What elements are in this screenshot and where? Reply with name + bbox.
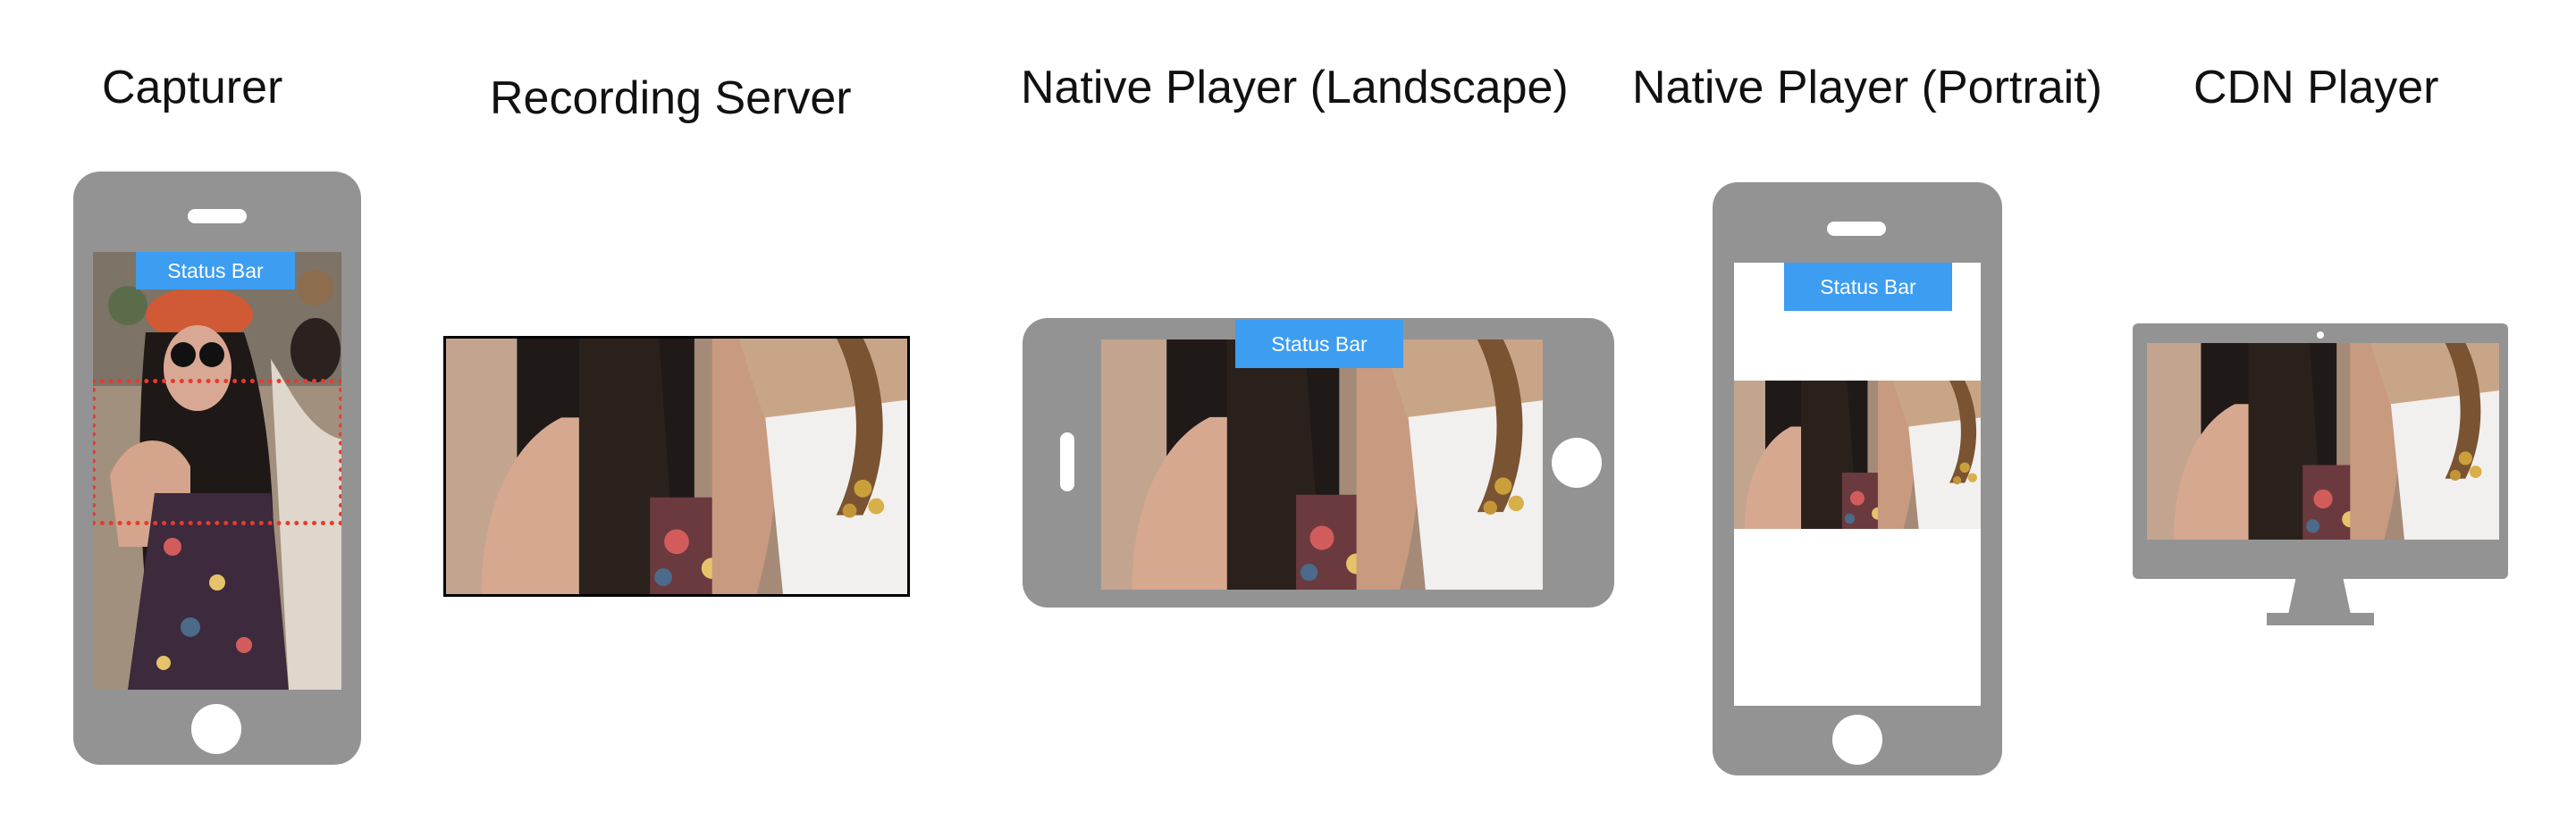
home-button-icon (1552, 438, 1602, 488)
status-bar: Status Bar (1235, 320, 1403, 368)
capturer-phone: Status Bar (73, 172, 361, 765)
portrait-screen (1734, 263, 1981, 706)
speaker-slot-icon (188, 209, 247, 223)
native-player-landscape-phone: Status Bar (1023, 318, 1614, 608)
home-button-icon (191, 704, 241, 754)
landscape-video-view (1101, 339, 1543, 590)
native-player-portrait-phone: Status Bar (1713, 182, 2002, 775)
title-capturer: Capturer (102, 62, 283, 113)
status-bar: Status Bar (136, 252, 295, 289)
title-recording-server: Recording Server (490, 72, 852, 124)
speaker-slot-icon (1060, 432, 1074, 491)
cdn-video-view (2147, 343, 2499, 540)
crop-region-outline (93, 379, 341, 525)
recording-server-frame (443, 336, 910, 597)
monitor-base (2267, 613, 2374, 625)
portrait-video-view (1734, 381, 1981, 529)
speaker-slot-icon (1827, 222, 1886, 236)
title-native-player-landscape: Native Player (Landscape) (1021, 62, 1569, 113)
webcam-icon (2317, 331, 2324, 339)
title-native-player-portrait: Native Player (Portrait) (1632, 62, 2102, 113)
title-cdn-player: CDN Player (2193, 62, 2439, 113)
cdn-monitor (2133, 323, 2508, 579)
status-bar: Status Bar (1784, 263, 1952, 311)
capturer-camera-view (93, 252, 341, 690)
monitor-neck (2288, 579, 2351, 615)
home-button-icon (1832, 715, 1882, 765)
